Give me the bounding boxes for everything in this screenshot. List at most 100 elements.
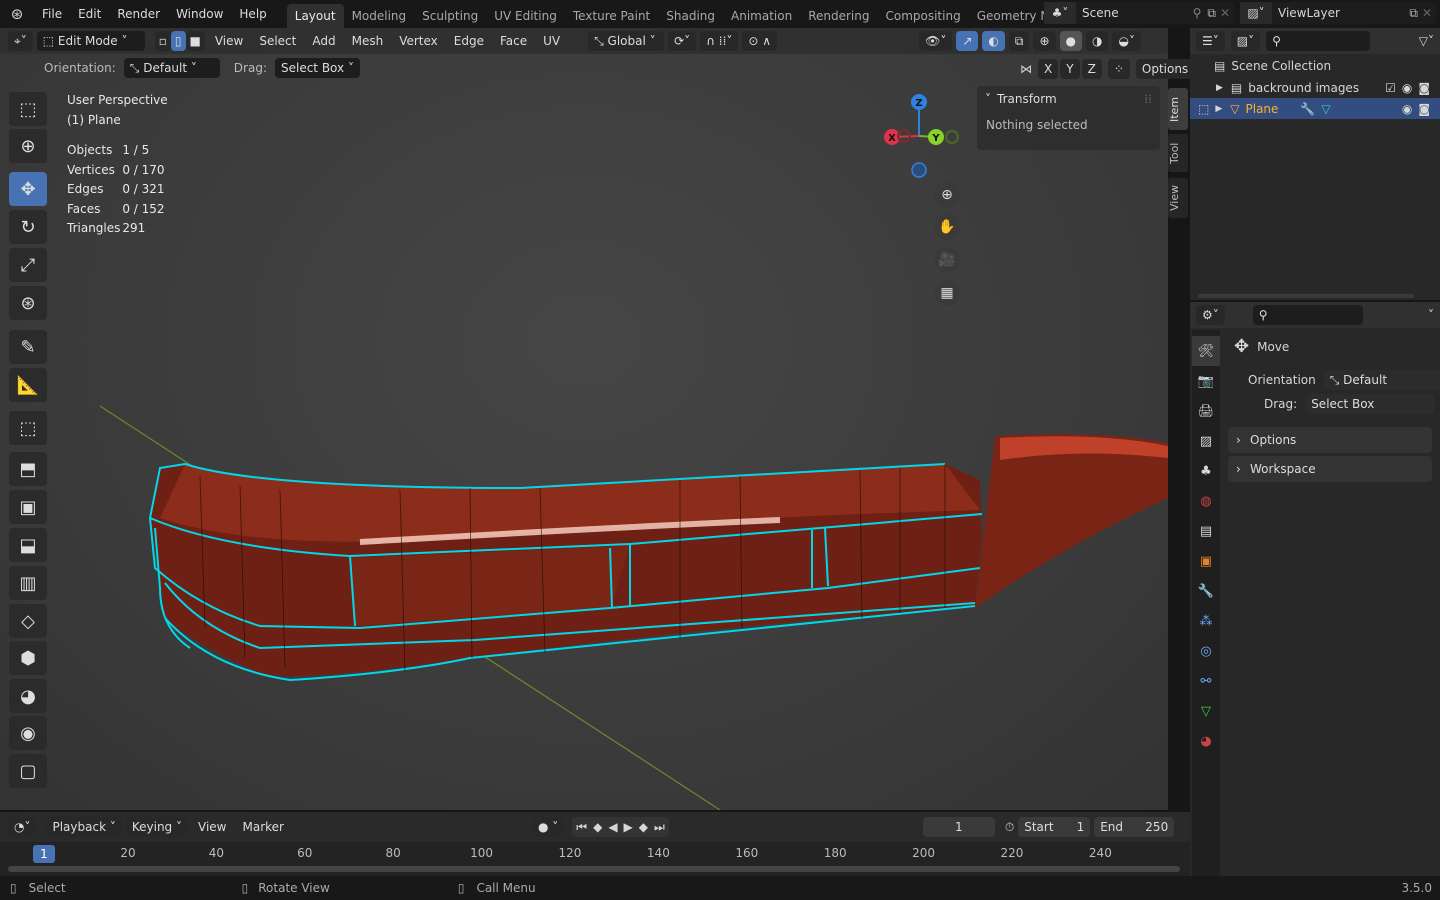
loop-cut-tool[interactable]: ▥ (9, 566, 47, 600)
annotate-tool[interactable]: ✎ (9, 330, 47, 364)
menu-window[interactable]: Window (168, 0, 231, 28)
auto-keying-icon[interactable]: ● ˅ (531, 817, 565, 837)
axis-x-toggle[interactable]: X (1038, 59, 1059, 79)
edge-slide-tool[interactable]: ▢ (9, 754, 47, 788)
tab-modeling[interactable]: Modeling (344, 4, 415, 28)
move-tool[interactable]: ✥ (9, 172, 47, 206)
shading-wireframe-icon[interactable]: ⊕ (1033, 31, 1056, 51)
pivot-icon[interactable]: ⟳˅ (668, 31, 697, 51)
prev-keyframe-icon[interactable]: ◆ (593, 820, 602, 834)
playback-menu[interactable]: Playback ˅ (46, 817, 122, 837)
mode-dropdown[interactable]: ⬚ Edit Mode ˅ (36, 31, 145, 51)
editor-type-icon[interactable]: ⌖˅ (8, 31, 33, 51)
view-layer-filter-icon[interactable]: ▨˅ (1230, 31, 1261, 51)
constraints-tab-icon[interactable]: ⚯ (1192, 666, 1220, 696)
extrude-tool[interactable]: ⬒ (9, 452, 47, 486)
scene-collection-row[interactable]: ▤ Scene Collection (1190, 55, 1440, 77)
pin-icon[interactable]: ⚲ (1193, 6, 1202, 20)
bevel-tool[interactable]: ⬓ (9, 528, 47, 562)
close-icon[interactable]: ✕ (1220, 6, 1230, 20)
tab-layout[interactable]: Layout (286, 4, 344, 28)
sidebar-tab-item[interactable]: Item (1168, 88, 1188, 130)
sidebar-tab-tool[interactable]: Tool (1168, 134, 1188, 172)
stopwatch-icon[interactable]: ⏱ (1005, 820, 1014, 835)
drag-dropdown[interactable]: Select Box ˅ (274, 58, 360, 78)
end-frame-field[interactable]: End 250 (1094, 817, 1175, 837)
close-icon[interactable]: ✕ (1422, 6, 1432, 20)
jump-end-icon[interactable]: ⏭ (654, 820, 665, 835)
tab-animation[interactable]: Animation (723, 4, 800, 28)
drag-dropdown[interactable]: Select Box (1305, 394, 1436, 414)
poly-build-tool[interactable]: ⬢ (9, 641, 47, 675)
tab-uv-editing[interactable]: UV Editing (486, 4, 565, 28)
tab-texture-paint[interactable]: Texture Paint (565, 4, 658, 28)
object-tab-icon[interactable]: ▣ (1192, 546, 1220, 576)
rotate-tool[interactable]: ↻ (9, 210, 47, 244)
keying-menu[interactable]: Keying ˅ (125, 817, 188, 837)
editor-type-icon[interactable]: ◔˅ (8, 817, 37, 837)
auto-merge-icon[interactable]: ⁘ (1107, 59, 1130, 79)
menu-help[interactable]: Help (231, 0, 274, 28)
smooth-tool[interactable]: ◉ (9, 716, 47, 750)
face-select-icon[interactable]: ■ (185, 31, 205, 51)
transform-panel-header[interactable]: ˅ Transform ⁞⁞ (977, 86, 1160, 112)
zoom-icon[interactable]: ⊕ (934, 182, 960, 208)
filter-icon[interactable]: ▽˅ (1419, 34, 1434, 48)
menu-view[interactable]: View (192, 812, 232, 842)
scene-tab-icon[interactable]: ♣ (1192, 456, 1220, 486)
sidebar-tab-view[interactable]: View (1168, 178, 1188, 218)
axis-z-toggle[interactable]: Z (1081, 59, 1102, 79)
collection-tab-icon[interactable]: ▤ (1192, 516, 1220, 546)
timeline-scrollbar[interactable] (8, 866, 1180, 872)
inset-tool[interactable]: ▣ (9, 490, 47, 524)
blender-logo-icon[interactable]: ⊛ (0, 5, 34, 23)
axis-y-toggle[interactable]: Y (1060, 59, 1080, 79)
scene-selector[interactable]: ♣˅ Scene ⚲ ⧉ ✕ (1044, 2, 1234, 24)
menu-vertex[interactable]: Vertex (393, 27, 444, 55)
gizmo-z-label[interactable]: Z (915, 98, 922, 109)
menu-edit[interactable]: Edit (70, 0, 109, 28)
outliner-item-plane[interactable]: ⬚ ▶ ▽ Plane 🔧 ▽ ◉ ◙ (1190, 98, 1440, 119)
menu-uv[interactable]: UV (537, 27, 566, 55)
camera-icon[interactable]: ◙ (1418, 102, 1430, 116)
playhead[interactable]: 1 (33, 845, 55, 863)
spin-tool[interactable]: ◕ (9, 679, 47, 713)
menu-face[interactable]: Face (494, 27, 533, 55)
menu-select[interactable]: Select (253, 27, 302, 55)
tab-sculpting[interactable]: Sculpting (414, 4, 486, 28)
tab-rendering[interactable]: Rendering (800, 4, 877, 28)
expand-arrow-icon[interactable]: ▶ (1215, 104, 1222, 114)
perspective-grid-icon[interactable]: ▦ (934, 280, 960, 306)
jump-start-icon[interactable]: ⏮ (576, 820, 587, 835)
mesh-data-tab-icon[interactable]: ▽ (1192, 696, 1220, 726)
outliner-item-backround-images[interactable]: ▶ ▤ backround images ☑ ◉ ◙ (1190, 77, 1440, 98)
shading-solid-icon[interactable]: ● (1059, 31, 1082, 51)
outliner-search-input[interactable]: ⚲ (1266, 31, 1371, 51)
play-icon[interactable]: ▶ (624, 820, 633, 834)
modifier-tab-icon[interactable]: 🔧 (1192, 576, 1220, 606)
menu-view[interactable]: View (209, 27, 249, 55)
camera-icon[interactable]: ◙ (1418, 81, 1430, 95)
menu-edge[interactable]: Edge (448, 27, 490, 55)
expand-arrow-icon[interactable]: ▶ (1216, 83, 1223, 93)
workspace-panel[interactable]: › Workspace (1228, 456, 1432, 482)
menu-marker[interactable]: Marker (236, 812, 289, 842)
overlay-toggle-icon[interactable]: ◐ (982, 31, 1005, 51)
world-tab-icon[interactable]: ◍ (1192, 486, 1220, 516)
navigation-gizmo[interactable]: Z X Y (878, 90, 962, 182)
view-layer-name[interactable]: ViewLayer (1278, 6, 1409, 20)
gizmo-x-label[interactable]: X (888, 133, 896, 144)
pan-hand-icon[interactable]: ✋ (934, 214, 960, 240)
current-frame-field[interactable]: 1 (922, 817, 995, 837)
outliner-scrollbar[interactable] (1198, 294, 1414, 298)
knife-tool[interactable]: ◇ (9, 604, 47, 638)
checkbox-icon[interactable]: ☑ (1385, 81, 1396, 95)
menu-mesh[interactable]: Mesh (346, 27, 390, 55)
mesh-data-icon[interactable]: ▽ (1321, 102, 1330, 116)
editor-type-icon[interactable]: ⚙˅ (1196, 305, 1225, 325)
add-cube-tool[interactable]: ⬚ (9, 411, 47, 445)
orientation-dropdown[interactable]: ⤡ Default ˅ (123, 58, 220, 78)
tab-compositing[interactable]: Compositing (877, 4, 968, 28)
tab-shading[interactable]: Shading (658, 4, 723, 28)
transform-orientation-dropdown[interactable]: ⤡ Global ˅ (588, 31, 665, 51)
